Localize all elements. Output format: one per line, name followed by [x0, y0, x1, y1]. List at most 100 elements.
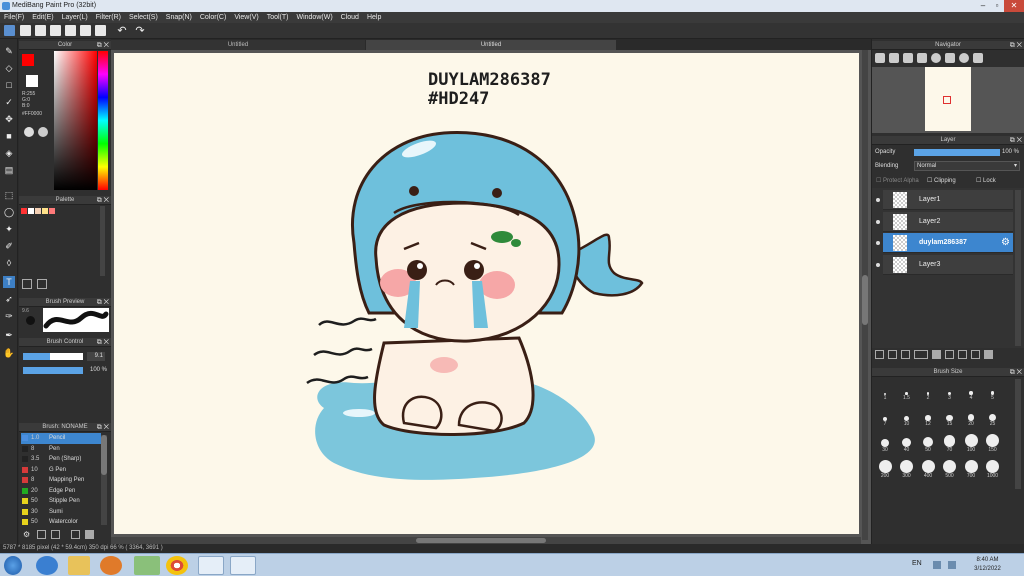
menu-cloud[interactable]: Cloud: [337, 12, 363, 23]
brush-tool-icon[interactable]: ✎: [3, 45, 15, 57]
brush-list-item[interactable]: 8 Mapping Pen: [21, 475, 101, 486]
brush-list-scrollbar[interactable]: [101, 435, 107, 525]
brush-size-option[interactable]: 70: [941, 433, 959, 453]
brush-list-item[interactable]: 1.0 Pencil: [21, 433, 101, 444]
layer-opacity-slider[interactable]: [914, 149, 1000, 156]
brush-delete-icon[interactable]: [71, 530, 80, 539]
menu-help[interactable]: Help: [363, 12, 385, 23]
menu-tool[interactable]: Tool(T): [263, 12, 293, 23]
home-icon[interactable]: [4, 25, 15, 36]
brush-size-option[interactable]: 700: [962, 459, 980, 479]
brush-size-option[interactable]: 300: [898, 459, 916, 479]
lasso-tool-icon[interactable]: ◯: [3, 206, 15, 218]
menu-color[interactable]: Color(C): [196, 12, 230, 23]
clipping-checkbox[interactable]: ☐ Clipping: [927, 177, 956, 184]
menu-filter[interactable]: Filter(R): [92, 12, 125, 23]
brush-list-item[interactable]: 10 G Pen: [21, 465, 101, 476]
palette-swatch[interactable]: [28, 208, 34, 214]
zoom-in-icon[interactable]: [875, 53, 885, 63]
visibility-eye-icon[interactable]: [876, 241, 880, 245]
add-layer-dropdown-icon[interactable]: [914, 350, 928, 359]
new-layer-icon[interactable]: [875, 350, 884, 359]
brush-size-option[interactable]: 1: [876, 381, 894, 401]
hand-tool-icon[interactable]: ✋: [3, 347, 15, 359]
medibang-taskbar-icon[interactable]: [230, 556, 256, 575]
grid-icon[interactable]: [80, 25, 91, 36]
text-tool-icon[interactable]: T: [3, 276, 15, 288]
menu-select[interactable]: Select(S): [125, 12, 162, 23]
brush-size-option[interactable]: 10: [898, 407, 916, 427]
add-palette-icon[interactable]: [22, 279, 32, 289]
brush-size-option[interactable]: 1.5: [898, 381, 916, 401]
clock[interactable]: 8:40 AM 3/12/2022: [965, 556, 1010, 574]
layer-list-scrollbar[interactable]: [1015, 190, 1021, 346]
volume-icon[interactable]: [948, 561, 956, 569]
layer-settings-gear-icon[interactable]: ⚙: [1001, 237, 1010, 248]
zoom-out-icon[interactable]: [889, 53, 899, 63]
dot-tool-icon[interactable]: □: [3, 79, 15, 91]
delete-layer-icon[interactable]: [984, 350, 993, 359]
open-icon[interactable]: [35, 25, 46, 36]
brush-size-option[interactable]: 400: [919, 459, 937, 479]
brush-size-option[interactable]: 50: [919, 433, 937, 453]
brush-size-option[interactable]: 150: [984, 433, 1002, 453]
palette-swatch[interactable]: [21, 208, 27, 214]
fill-rect-icon[interactable]: ■: [3, 130, 15, 142]
visibility-eye-icon[interactable]: [876, 219, 880, 224]
layer-settings-icon[interactable]: [971, 350, 980, 359]
layer-row[interactable]: Layer3: [876, 254, 1013, 275]
actual-size-icon[interactable]: [917, 53, 927, 63]
lock-checkbox[interactable]: ☐ Lock: [976, 177, 996, 184]
layer-row[interactable]: duylam286387 ⚙: [876, 233, 1013, 253]
primary-color-swatch[interactable]: [22, 54, 34, 66]
canvas-horizontal-scrollbar[interactable]: [111, 537, 861, 544]
canvas-vertical-scrollbar[interactable]: [862, 50, 868, 540]
menu-edit[interactable]: Edit(E): [28, 12, 57, 23]
brush-copy-icon[interactable]: [37, 530, 46, 539]
tab-untitled-1[interactable]: Untitled: [111, 40, 365, 50]
brush-add-icon[interactable]: [51, 530, 60, 539]
folder-icon[interactable]: [932, 350, 941, 359]
brush-list-item[interactable]: 30 Sumi: [21, 507, 101, 518]
brush-size-option[interactable]: 30: [876, 433, 894, 453]
redo-icon[interactable]: ↷: [133, 24, 147, 38]
brush-folder-icon[interactable]: [85, 530, 94, 539]
brush-list-item[interactable]: 50 Stipple Pen: [21, 496, 101, 507]
brush-list-item[interactable]: 20 Edge Pen: [21, 486, 101, 497]
brush-size-option[interactable]: 2: [919, 381, 937, 401]
menu-view[interactable]: View(V): [230, 12, 262, 23]
select-brush-icon[interactable]: ✐: [3, 240, 15, 252]
minimize-button[interactable]: –: [976, 0, 990, 12]
brush-list-item[interactable]: 50 Watercolor: [21, 517, 101, 528]
rotate-right-icon[interactable]: [959, 53, 969, 63]
saturation-value-picker[interactable]: [54, 51, 97, 190]
menu-window[interactable]: Window(W): [292, 12, 336, 23]
brush-size-option[interactable]: 25: [984, 407, 1002, 427]
brush-size-option[interactable]: 15: [941, 407, 959, 427]
secondary-color-swatch[interactable]: [26, 75, 38, 87]
internet-explorer-icon[interactable]: [36, 556, 58, 575]
brush-size-option[interactable]: 4: [962, 381, 980, 401]
select-eraser-icon[interactable]: ◊: [3, 257, 15, 269]
brush-size-value[interactable]: 9.1: [87, 352, 105, 361]
menu-snap[interactable]: Snap(N): [162, 12, 196, 23]
move-tool-icon[interactable]: ✥: [3, 113, 15, 125]
palette-swatch[interactable]: [49, 208, 55, 214]
eraser-tool-icon[interactable]: ◇: [3, 62, 15, 74]
brush-opacity-slider[interactable]: [23, 367, 83, 374]
app-icon-green[interactable]: [134, 556, 160, 575]
new-halftone-layer-icon[interactable]: [888, 350, 897, 359]
palette-swatch[interactable]: [35, 208, 41, 214]
rotate-left-icon[interactable]: [931, 53, 941, 63]
export-icon[interactable]: [65, 25, 76, 36]
magic-wand-icon[interactable]: ✦: [3, 223, 15, 235]
brush-list-item[interactable]: 3.5 Pen (Sharp): [21, 454, 101, 465]
save-icon[interactable]: [50, 25, 61, 36]
merge-down-icon[interactable]: [958, 350, 967, 359]
blending-select[interactable]: Normal ▾: [914, 161, 1020, 171]
tab-untitled-2[interactable]: Untitled: [366, 40, 616, 50]
brush-size-option[interactable]: 5: [984, 381, 1002, 401]
flip-icon[interactable]: [945, 53, 955, 63]
hue-slider[interactable]: [98, 51, 108, 190]
layer-row[interactable]: Layer1: [876, 190, 1013, 210]
